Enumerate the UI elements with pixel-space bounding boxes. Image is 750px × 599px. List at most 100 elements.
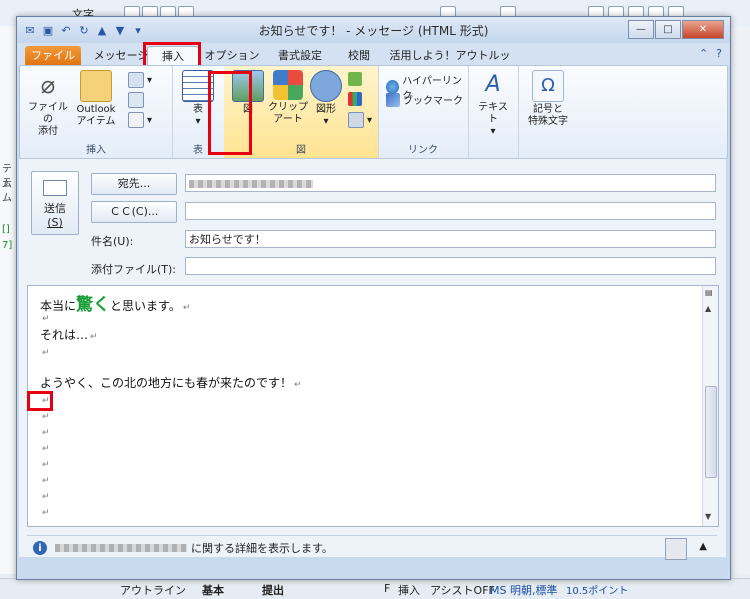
symbols-button[interactable]: Ω 記号と 特殊文字 (522, 70, 574, 128)
avatar[interactable] (665, 538, 687, 560)
subject-label: 件名(U): (91, 235, 134, 248)
paragraph-mark: ↵ (42, 348, 50, 358)
expand-people-pane-icon[interactable]: ▲ (699, 541, 707, 552)
scroll-up-icon[interactable]: ▲ (705, 304, 711, 313)
background-left-pane: テム テム [] 7] (0, 26, 17, 574)
omega-icon: Ω (532, 70, 564, 102)
shapes-label: 図形 (316, 104, 336, 115)
paragraph-mark: ↵ (42, 428, 50, 438)
tab-outlook-tips[interactable]: 活用しよう！アウトルック (389, 46, 511, 81)
group-link-label: リンク (408, 145, 438, 156)
bookmark-icon (386, 92, 400, 107)
attach-file-button[interactable]: ⌀ ファイルの 添付 (24, 70, 72, 138)
scroll-thumb[interactable] (705, 386, 717, 478)
text-label: テキスト (478, 102, 508, 125)
status-font: MS 明朝,標準 (490, 584, 558, 597)
clipart-icon (273, 70, 303, 100)
cc-field[interactable] (185, 202, 716, 220)
calendar-button[interactable] (128, 92, 144, 108)
minimize-button[interactable]: — (628, 20, 654, 39)
group-insert: ⌀ ファイルの 添付 Outlook アイテム ▾ ▾ 挿入 (20, 66, 173, 158)
info-icon: i (33, 541, 47, 555)
body-line-1: 本当に驚くと思います。 ↵ (40, 290, 190, 315)
minimize-ribbon-icon[interactable]: ⌃ (699, 47, 708, 60)
status-f: F (384, 582, 391, 595)
paragraph-mark: ↵ (42, 508, 50, 518)
paragraph-mark: ↵ (42, 412, 50, 422)
attach-file-label: ファイルの 添付 (28, 102, 68, 137)
subject-field[interactable]: お知らせです！ (185, 230, 716, 248)
emphasized-word: 驚く (76, 295, 111, 315)
body-text: それは… (40, 328, 89, 342)
text-button[interactable]: A テキスト ▾ (474, 70, 512, 138)
body-line-4: ↵ (40, 344, 50, 358)
body-line-12: ↵ (40, 488, 50, 502)
status-submit[interactable]: 提出 (262, 582, 284, 598)
screenshot-button[interactable]: ▾ (348, 112, 372, 128)
envelope-icon (80, 70, 112, 102)
screenshot-icon (348, 112, 364, 128)
outlook-item-button[interactable]: Outlook アイテム (72, 70, 120, 128)
background-status-bar: アウトライン 基本 提出 F 挿入 アシストOFF MS 明朝,標準 10.5ポ… (0, 578, 750, 599)
chart-button[interactable] (348, 92, 362, 106)
group-symbol: Ω 記号と 特殊文字 (518, 66, 578, 158)
body-line-11: ↵ (40, 472, 50, 486)
tab-file[interactable]: ファイル (25, 46, 81, 65)
body-line-3: それは… ↵ (40, 326, 98, 343)
ruler-toggle-icon[interactable]: ▤ (705, 288, 713, 297)
left-pane-label: 7] (2, 240, 13, 251)
ribbon-tabs: ファイル メッセージ 挿入 オプション 書式設定 校閲 活用しよう！アウトルック… (17, 43, 730, 81)
card-icon (128, 72, 144, 88)
tab-review[interactable]: 校閲 (339, 46, 379, 65)
status-basic[interactable]: 基本 (202, 582, 224, 598)
paragraph-mark: ↵ (42, 476, 50, 486)
to-field[interactable] (185, 174, 716, 192)
highlight-cursor-line (27, 391, 53, 411)
status-outline[interactable]: アウトライン (120, 582, 186, 598)
redacted-address (189, 180, 313, 188)
tab-options[interactable]: オプション (203, 46, 261, 65)
help-icon[interactable]: ? (716, 47, 722, 60)
compose-area: 送信 (S) 宛先... ＣＣ(C)... 件名(U): お知らせです！ 添付フ… (19, 159, 726, 560)
calendar-icon (128, 92, 144, 108)
redacted-address (55, 544, 187, 552)
highlight-picture-button (208, 71, 252, 155)
body-line-13: ↵ (40, 504, 50, 518)
tab-format[interactable]: 書式設定 (269, 46, 331, 65)
send-button[interactable]: 送信 (S) (31, 171, 79, 235)
window-title: お知らせです！ - メッセージ (HTML 形式) (258, 24, 489, 38)
scroll-down-icon[interactable]: ▼ (705, 512, 711, 521)
background-right-pane (732, 26, 750, 574)
paragraph-mark: ↵ (42, 444, 50, 454)
body-text: と思います。 (110, 299, 181, 313)
text-a-icon: A (485, 72, 501, 97)
shapes-button[interactable]: 図形 ▾ (310, 70, 342, 128)
paragraph-mark: ↵ (42, 460, 50, 470)
clipart-button[interactable]: クリップ アート (268, 70, 308, 126)
smartart-button[interactable] (348, 72, 362, 86)
close-button[interactable]: ✕ (682, 20, 724, 39)
send-accel: (S) (47, 216, 63, 229)
cc-button[interactable]: ＣＣ(C)... (91, 201, 177, 223)
group-link: ハイパーリンク ブックマーク リンク (378, 66, 469, 158)
attachment-field[interactable] (185, 257, 716, 275)
status-assist: アシストOFF (430, 584, 495, 597)
business-card-button[interactable]: ▾ (128, 72, 152, 88)
body-line-8: ↵ (40, 424, 50, 438)
left-pane-label: テム (2, 178, 12, 204)
paragraph-mark: ↵ (182, 303, 191, 313)
maximize-button[interactable]: □ (655, 20, 681, 39)
body-line-2: ↵ (40, 310, 50, 324)
message-body[interactable]: 本当に驚くと思います。 ↵ ↵ それは… ↵ ↵ ようやく、この北の地方にも春が来た… (27, 285, 719, 527)
body-text: ようやく、この北の地方にも春が来たのです！ (40, 376, 293, 390)
paragraph-mark: ↵ (42, 314, 50, 324)
to-button[interactable]: 宛先... (91, 173, 177, 195)
bookmark-button[interactable]: ブックマーク (386, 92, 463, 107)
clipart-label: クリップ アート (268, 102, 308, 125)
symbols-label: 記号と 特殊文字 (528, 104, 568, 127)
signature-icon (128, 112, 144, 128)
signature-button[interactable]: ▾ (128, 112, 152, 128)
chart-icon (348, 92, 362, 106)
body-scrollbar[interactable]: ▤ ▲ ▼ (702, 286, 718, 526)
people-pane-bar: i に関する詳細を表示します。 ▲ (27, 535, 717, 560)
